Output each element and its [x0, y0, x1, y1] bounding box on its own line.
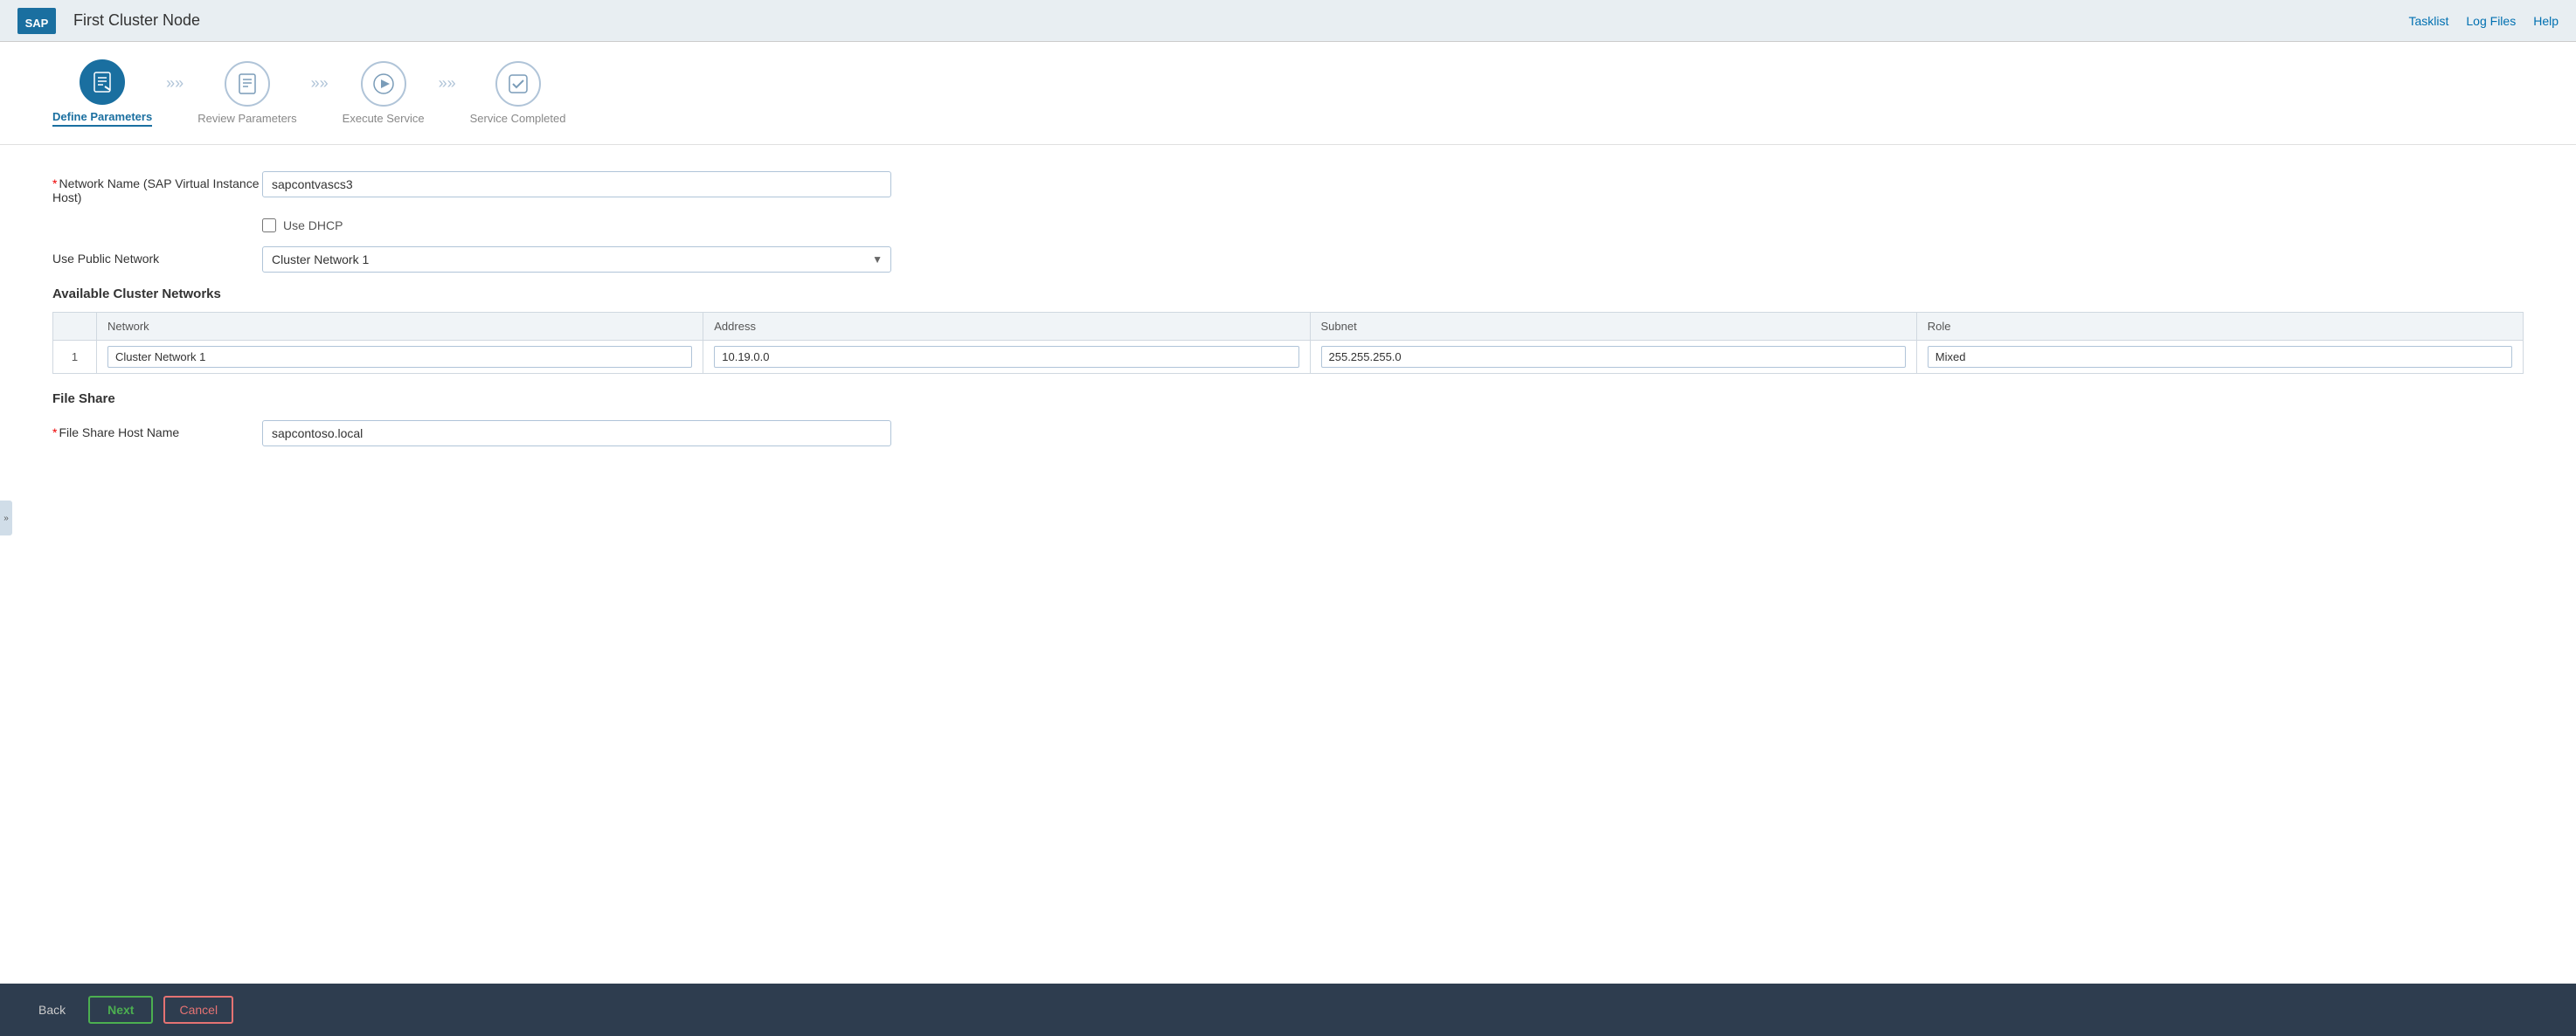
network-name-required: * [52, 176, 57, 190]
use-public-network-label: Use Public Network [52, 246, 262, 266]
back-button[interactable]: Back [26, 998, 78, 1022]
row-network-input[interactable] [107, 346, 692, 368]
step-1-circle [80, 59, 125, 105]
row-role-input[interactable] [1928, 346, 2512, 368]
network-name-label: *Network Name (SAP Virtual Instance Host… [52, 171, 262, 204]
step-execute-service[interactable]: Execute Service [343, 61, 425, 125]
row-address-input[interactable] [714, 346, 1298, 368]
col-address: Address [703, 313, 1310, 341]
step-3-circle [361, 61, 406, 107]
use-public-network-control: Cluster Network 1 Cluster Network 2 ▼ [262, 246, 891, 273]
file-share-required: * [52, 425, 57, 439]
col-subnet: Subnet [1310, 313, 1916, 341]
row-role [1916, 341, 2523, 374]
col-num [53, 313, 97, 341]
step-3-label: Execute Service [343, 112, 425, 125]
use-dhcp-row: Use DHCP [262, 218, 2524, 232]
footer: Back Next Cancel [0, 984, 2576, 1036]
row-subnet-input[interactable] [1321, 346, 1906, 368]
step-review-parameters[interactable]: Review Parameters [197, 61, 296, 125]
step-arrow-2: »» [297, 74, 343, 93]
file-share-host-label: *File Share Host Name [52, 420, 262, 439]
file-share-host-input[interactable] [262, 420, 891, 446]
file-share-section: File Share *File Share Host Name [52, 391, 2524, 446]
use-public-network-row: Use Public Network Cluster Network 1 Clu… [52, 246, 2524, 273]
step-2-label: Review Parameters [197, 112, 296, 125]
side-expand-button[interactable]: » [0, 501, 12, 535]
row-address [703, 341, 1310, 374]
step-2-circle [225, 61, 270, 107]
execute-icon [372, 73, 395, 95]
network-name-row: *Network Name (SAP Virtual Instance Host… [52, 171, 2524, 204]
table-header-row: Network Address Subnet Role [53, 313, 2524, 341]
file-share-host-control [262, 420, 891, 446]
sap-logo-icon: SAP [17, 7, 56, 35]
svg-text:SAP: SAP [25, 17, 49, 30]
header: SAP First Cluster Node Tasklist Log File… [0, 0, 2576, 42]
main-content: *Network Name (SAP Virtual Instance Host… [0, 145, 2576, 984]
next-button[interactable]: Next [88, 996, 153, 1024]
use-public-network-select-wrapper: Cluster Network 1 Cluster Network 2 ▼ [262, 246, 891, 273]
network-name-control [262, 171, 891, 197]
row-network [97, 341, 703, 374]
use-public-network-select[interactable]: Cluster Network 1 Cluster Network 2 [262, 246, 891, 273]
help-link[interactable]: Help [2533, 14, 2559, 28]
use-dhcp-label: Use DHCP [283, 218, 343, 232]
header-nav: Tasklist Log Files Help [2408, 14, 2559, 28]
network-name-input[interactable] [262, 171, 891, 197]
available-cluster-networks-title: Available Cluster Networks [52, 287, 2524, 301]
row-subnet [1310, 341, 1916, 374]
step-4-circle [495, 61, 541, 107]
col-network: Network [97, 313, 703, 341]
step-arrow-1: »» [152, 74, 197, 93]
col-role: Role [1916, 313, 2523, 341]
completed-icon [507, 73, 530, 95]
row-num: 1 [53, 341, 97, 374]
define-params-icon [91, 71, 114, 93]
logfiles-link[interactable]: Log Files [2466, 14, 2516, 28]
cancel-button[interactable]: Cancel [163, 996, 233, 1024]
file-share-host-row: *File Share Host Name [52, 420, 2524, 446]
available-cluster-networks-section: Available Cluster Networks Network Addre… [52, 287, 2524, 374]
step-service-completed[interactable]: Service Completed [470, 61, 566, 125]
review-params-icon [236, 73, 259, 95]
step-define-parameters[interactable]: Define Parameters [52, 59, 152, 127]
step-arrow-3: »» [425, 74, 470, 93]
wizard-steps: Define Parameters »» Review Parameters »… [0, 42, 2576, 145]
page-title: First Cluster Node [73, 11, 2408, 30]
step-4-label: Service Completed [470, 112, 566, 125]
file-share-title: File Share [52, 391, 2524, 406]
tasklist-link[interactable]: Tasklist [2408, 14, 2448, 28]
cluster-networks-table: Network Address Subnet Role 1 [52, 312, 2524, 374]
use-dhcp-checkbox[interactable] [262, 218, 276, 232]
sap-logo-container: SAP [17, 7, 56, 35]
table-row: 1 [53, 341, 2524, 374]
step-1-label: Define Parameters [52, 110, 152, 127]
